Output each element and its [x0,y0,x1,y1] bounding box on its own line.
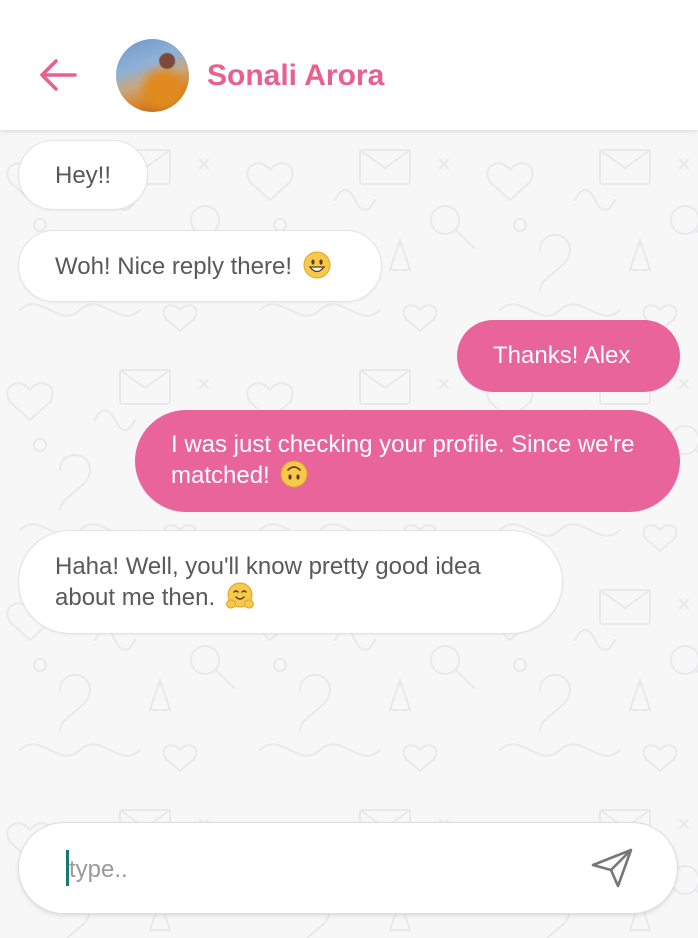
message-incoming[interactable]: Hey!! [18,140,149,210]
message-text: Thanks! Alex [493,342,631,369]
message-text: I was just checking your profile. Since … [171,431,635,489]
message-text: Haha! Well, you'll know pretty good idea… [55,553,481,611]
send-icon [591,848,633,888]
message-outgoing[interactable]: I was just checking your profile. Since … [135,410,680,512]
message-text: Hey!! [55,162,112,189]
arrow-left-icon [40,59,77,91]
message-composer [18,822,678,914]
hugging-face-emoji [225,582,254,609]
chat-header: Sonali Arora [0,0,698,130]
contact-name[interactable]: Sonali Arora [207,58,384,94]
message-input[interactable] [67,849,571,891]
upside-down-face-emoji [280,460,308,488]
message-incoming[interactable]: Haha! Well, you'll know pretty good idea… [18,530,563,634]
back-button[interactable] [34,52,82,98]
message-outgoing[interactable]: Thanks! Alex [457,320,680,392]
send-button[interactable] [587,843,637,893]
message-text: Woh! Nice reply there! [55,253,292,280]
avatar[interactable] [116,39,189,112]
chat-area[interactable]: Hey!! Woh! Nice reply there! Thanks! Ale… [0,130,698,938]
grinning-face-emoji [303,251,331,279]
message-incoming[interactable]: Woh! Nice reply there! [18,230,382,302]
